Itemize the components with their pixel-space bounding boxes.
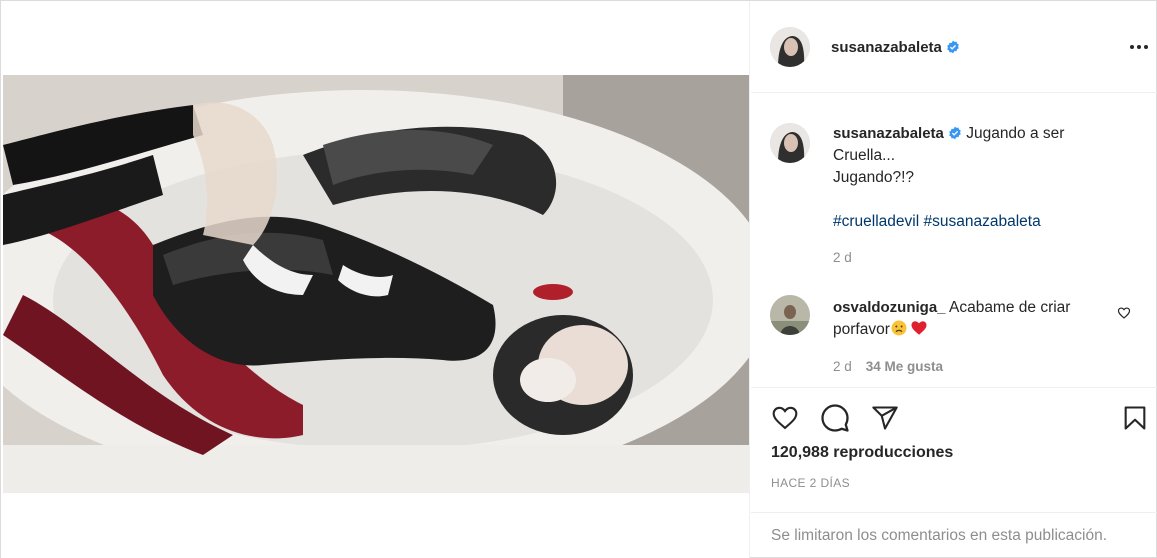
comment-text-line-1: Acabame de criar [948,299,1071,316]
sad-face-emoji-icon [891,320,907,336]
caption-line-1: Jugando a ser [966,125,1065,142]
verified-badge-icon [947,40,959,54]
hashtag-link[interactable]: #cruelladevil [833,213,919,230]
media-column [1,1,750,558]
comment-time[interactable]: 2 d [833,359,852,374]
caption: susanazabaleta Jugando a ser Cruella... … [833,123,1133,233]
comments-section: susanazabaleta Jugando a ser Cruella... … [751,94,1157,386]
comment-bubble-icon [821,404,849,432]
post-timestamp[interactable]: HACE 2 DÍAS [771,476,850,490]
commenter-avatar[interactable] [770,295,810,335]
view-count[interactable]: 120,988 reproducciones [771,444,953,462]
paper-plane-icon [872,406,898,430]
comment-button[interactable] [819,402,851,434]
bookmark-icon [1124,406,1146,430]
comment-text-line-2: porfavor [833,321,890,338]
caption-author-avatar[interactable] [770,123,810,163]
save-button[interactable] [1119,402,1151,434]
comment-likes[interactable]: 34 Me gusta [866,359,943,374]
caption-avatar-image [770,123,810,163]
comment: osvaldozuniga_ Acabame de criar porfavor [833,297,1133,341]
author-avatar-image [770,27,810,67]
post-video[interactable] [3,75,749,493]
commenter-username[interactable]: osvaldozuniga_ [833,299,946,316]
post-actions: 120,988 reproducciones HACE 2 DÍAS Se li… [751,387,1157,558]
more-dots-icon [1130,45,1134,49]
comment-meta: 2 d 34 Me gusta [833,359,943,374]
red-heart-emoji-icon [911,321,927,335]
more-dots-icon [1137,45,1141,49]
post-header: susanazabaleta [751,1,1157,93]
share-button[interactable] [869,402,901,434]
heart-outline-icon [772,406,798,430]
comments-limited-notice: Se limitaron los comentarios en esta pub… [751,512,1157,558]
more-dots-icon [1144,45,1148,49]
post-modal: susanazabaleta susanazabaleta Jugando a … [0,0,1157,558]
caption-username[interactable]: susanazabaleta [833,125,944,142]
verified-badge-icon [949,126,961,140]
more-options-button[interactable] [1127,39,1151,55]
author-username[interactable]: susanazabaleta [831,39,960,56]
author-username-text[interactable]: susanazabaleta [831,39,942,56]
video-frame-illustration [3,75,749,493]
caption-time[interactable]: 2 d [833,250,852,265]
comment-like-heart-icon[interactable] [1117,306,1131,320]
like-button[interactable] [769,402,801,434]
caption-line-2: Cruella... [833,147,896,164]
hashtag-link[interactable]: #susanazabaleta [923,213,1040,230]
post-sidebar: susanazabaleta susanazabaleta Jugando a … [751,1,1157,558]
commenter-avatar-image [770,295,810,335]
caption-line-3: Jugando?!? [833,169,915,186]
author-avatar[interactable] [770,27,810,67]
